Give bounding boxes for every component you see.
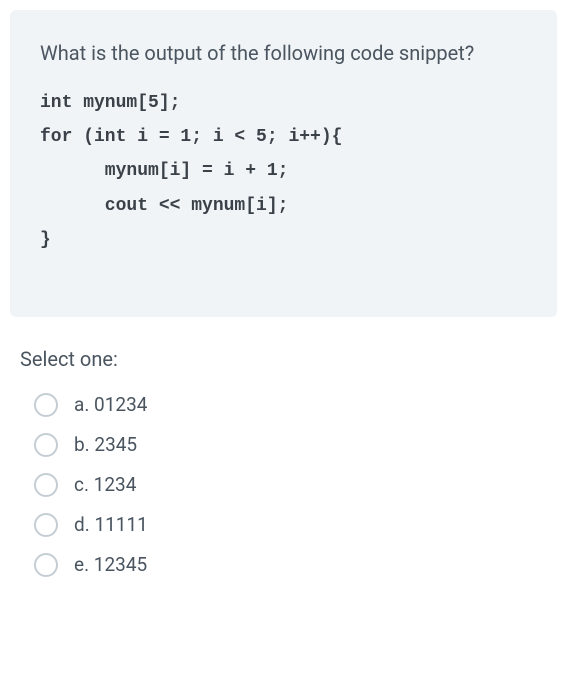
radio-icon <box>34 513 58 537</box>
question-box: What is the output of the following code… <box>10 10 557 317</box>
code-line: } <box>40 223 527 257</box>
option-label: d. 11111 <box>74 513 148 536</box>
option-label: b. 2345 <box>74 433 137 456</box>
answer-section: Select one: a. 01234 b. 2345 c. 1234 d. … <box>0 347 567 605</box>
radio-icon <box>34 553 58 577</box>
question-prompt: What is the output of the following code… <box>40 38 527 68</box>
radio-icon <box>34 393 58 417</box>
option-d[interactable]: d. 11111 <box>20 505 547 545</box>
option-label: a. 01234 <box>74 393 147 416</box>
option-label: e. 12345 <box>74 553 147 576</box>
code-snippet: int mynum[5]; for (int i = 1; i < 5; i++… <box>40 86 527 257</box>
option-b[interactable]: b. 2345 <box>20 425 547 465</box>
code-line: int mynum[5]; <box>40 86 527 120</box>
option-label: c. 1234 <box>74 473 136 496</box>
radio-icon <box>34 473 58 497</box>
option-e[interactable]: e. 12345 <box>20 545 547 585</box>
code-line: for (int i = 1; i < 5; i++){ <box>40 120 527 154</box>
option-c[interactable]: c. 1234 <box>20 465 547 505</box>
option-a[interactable]: a. 01234 <box>20 385 547 425</box>
radio-icon <box>34 433 58 457</box>
select-one-label: Select one: <box>20 347 547 371</box>
code-line: mynum[i] = i + 1; <box>40 154 527 188</box>
code-line: cout << mynum[i]; <box>40 189 527 223</box>
